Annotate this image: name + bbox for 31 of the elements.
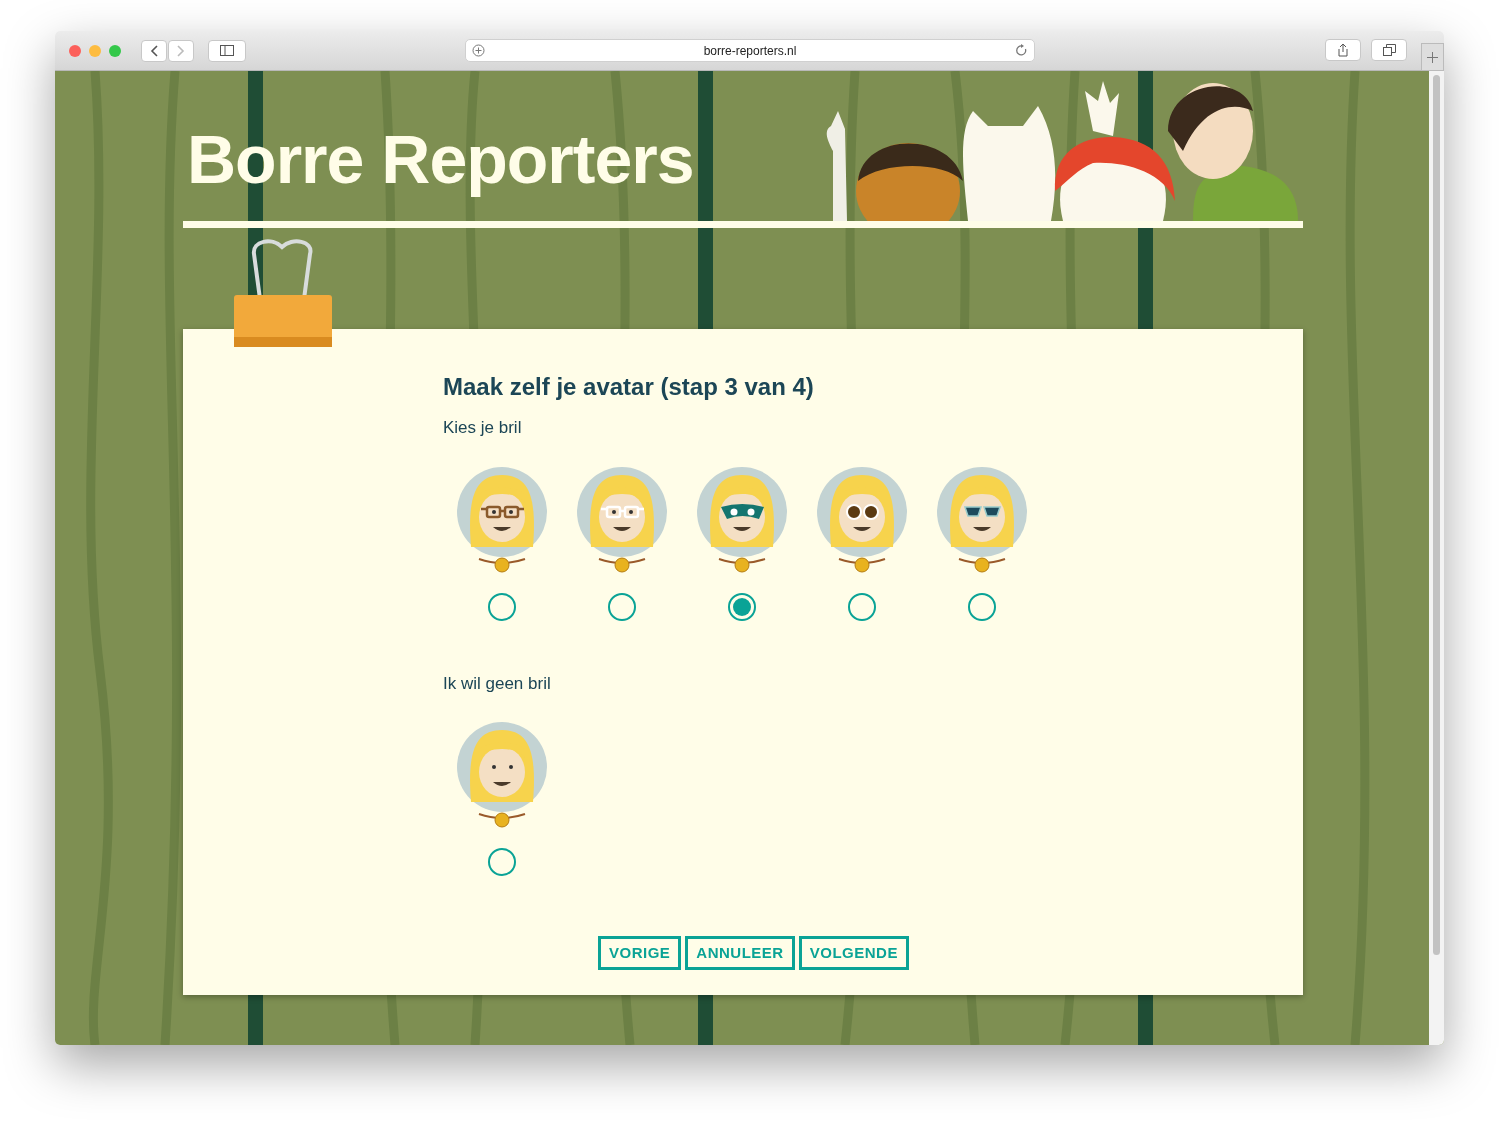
address-bar[interactable]: borre-reporters.nl: [465, 39, 1035, 62]
add-icon[interactable]: [472, 44, 485, 57]
tabs-icon: [1382, 44, 1396, 56]
url-text: borre-reporters.nl: [703, 42, 797, 60]
plus-icon: [1427, 51, 1438, 63]
close-icon[interactable]: [69, 44, 81, 57]
nav-button[interactable]: VORIGE: [598, 936, 682, 970]
maximize-icon[interactable]: [109, 44, 121, 57]
radio-button[interactable]: [968, 592, 996, 621]
nav-button[interactable]: VOLGENDE: [798, 936, 909, 970]
radio-button[interactable]: [728, 592, 756, 621]
sidebar-icon: [220, 45, 234, 56]
radio-button[interactable]: [608, 592, 636, 621]
new-tab-button[interactable]: [1421, 43, 1444, 71]
radio-button[interactable]: [488, 848, 516, 876]
form-heading: Maak zelf je avatar (stap 3 van 4): [443, 373, 814, 401]
tabs-button[interactable]: [1371, 39, 1407, 61]
share-button[interactable]: [1325, 39, 1361, 61]
nav-button[interactable]: ANNULEER: [685, 936, 795, 970]
forward-icon: [177, 44, 185, 57]
radio-button[interactable]: [488, 592, 516, 621]
radio-button[interactable]: [848, 592, 876, 621]
share-icon: [1337, 43, 1349, 57]
reload-icon[interactable]: [1015, 44, 1028, 57]
scrollbar-thumb[interactable]: [1433, 75, 1440, 955]
back-icon: [150, 44, 158, 57]
group-label: Ik wil geen bril: [443, 672, 551, 695]
sidebar-button[interactable]: [208, 39, 246, 62]
back-button[interactable]: [141, 39, 167, 62]
group-label: Kies je bril: [443, 417, 522, 439]
forward-button[interactable]: [168, 39, 194, 62]
